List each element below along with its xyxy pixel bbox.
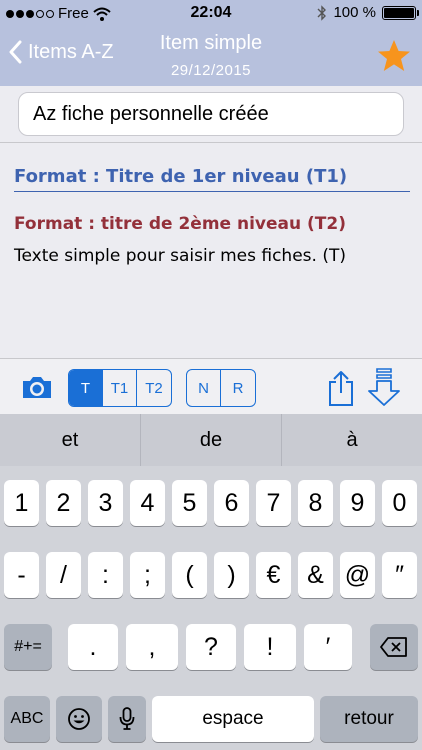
format-toolbar: T T1 T2 N R (0, 358, 422, 414)
key-3[interactable]: 3 (88, 480, 123, 526)
key-abc[interactable]: ABC (4, 696, 50, 742)
key-comma[interactable]: , (126, 624, 178, 670)
key-5[interactable]: 5 (172, 480, 207, 526)
page-title: Item simple (159, 32, 263, 54)
key-at[interactable]: @ (340, 552, 375, 598)
bluetooth-icon (317, 4, 327, 21)
hide-keyboard-icon[interactable] (366, 367, 402, 407)
key-question[interactable]: ? (186, 624, 236, 670)
navigation-bar: Items A-Z Item simple 29/12/2015 (0, 28, 422, 86)
keyboard: et de à 1 2 3 4 5 6 7 8 9 0 - / : ; ( ) … (0, 414, 422, 750)
style-segmented-control: T T1 T2 (68, 369, 172, 407)
key-8[interactable]: 8 (298, 480, 333, 526)
plain-text[interactable]: Texte simple pour saisir mes fiches. (T) (14, 246, 346, 266)
key-7[interactable]: 7 (256, 480, 291, 526)
space-key[interactable]: espace (152, 696, 314, 742)
share-icon[interactable] (326, 369, 356, 407)
battery-percent: 100 % (333, 4, 376, 21)
divider (0, 142, 422, 143)
page-date: 29/12/2015 (170, 62, 252, 79)
item-title-field[interactable] (18, 92, 404, 136)
keyboard-row-bottom: ABC espace retour (0, 696, 422, 742)
status-right: 100 % (317, 4, 419, 21)
heading-level-2[interactable]: Format : titre de 2ème niveau (T2) (14, 214, 346, 234)
key-open-paren[interactable]: ( (172, 552, 207, 598)
suggestion-bar: et de à (0, 414, 422, 466)
camera-icon[interactable] (20, 373, 54, 401)
backspace-icon (380, 637, 407, 657)
suggestion-item[interactable]: et (0, 414, 141, 466)
backspace-key[interactable] (370, 624, 418, 670)
emoji-key[interactable] (56, 696, 102, 742)
key-2[interactable]: 2 (46, 480, 81, 526)
dictation-key[interactable] (108, 696, 146, 742)
key-period[interactable]: . (68, 624, 118, 670)
key-semicolon[interactable]: ; (130, 552, 165, 598)
key-slash[interactable]: / (46, 552, 81, 598)
style-t1-button[interactable]: T1 (103, 370, 137, 406)
key-0[interactable]: 0 (382, 480, 417, 526)
r-button[interactable]: R (221, 370, 255, 406)
key-double-prime[interactable]: ″ (382, 552, 417, 598)
suggestion-item[interactable]: de (141, 414, 282, 466)
style-t2-button[interactable]: T2 (137, 370, 171, 406)
nr-segmented-control: N R (186, 369, 256, 407)
key-6[interactable]: 6 (214, 480, 249, 526)
key-close-paren[interactable]: ) (214, 552, 249, 598)
style-t-button[interactable]: T (69, 370, 103, 406)
key-prime[interactable]: ′ (304, 624, 352, 670)
keyboard-row-numbers: 1 2 3 4 5 6 7 8 9 0 (0, 480, 422, 526)
keyboard-row-punctuation: #+= . , ? ! ′ (0, 624, 422, 670)
status-bar: Free 22:04 100 % (0, 0, 422, 28)
key-euro[interactable]: € (256, 552, 291, 598)
microphone-icon (119, 707, 135, 730)
key-exclamation[interactable]: ! (244, 624, 296, 670)
key-hyphen[interactable]: - (4, 552, 39, 598)
key-9[interactable]: 9 (340, 480, 375, 526)
key-1[interactable]: 1 (4, 480, 39, 526)
battery-icon (382, 5, 419, 20)
key-4[interactable]: 4 (130, 480, 165, 526)
suggestion-item[interactable]: à (282, 414, 422, 466)
return-key[interactable]: retour (320, 696, 418, 742)
key-ampersand[interactable]: & (298, 552, 333, 598)
emoji-icon (68, 708, 90, 730)
key-more-symbols[interactable]: #+= (4, 624, 52, 670)
keyboard-row-symbols: - / : ; ( ) € & @ ″ (0, 552, 422, 598)
heading-level-1[interactable]: Format : Titre de 1er niveau (T1) (14, 166, 410, 192)
star-icon[interactable] (376, 38, 412, 74)
key-colon[interactable]: : (88, 552, 123, 598)
n-button[interactable]: N (187, 370, 221, 406)
item-content: Format : Titre de 1er niveau (T1) Format… (0, 86, 422, 358)
